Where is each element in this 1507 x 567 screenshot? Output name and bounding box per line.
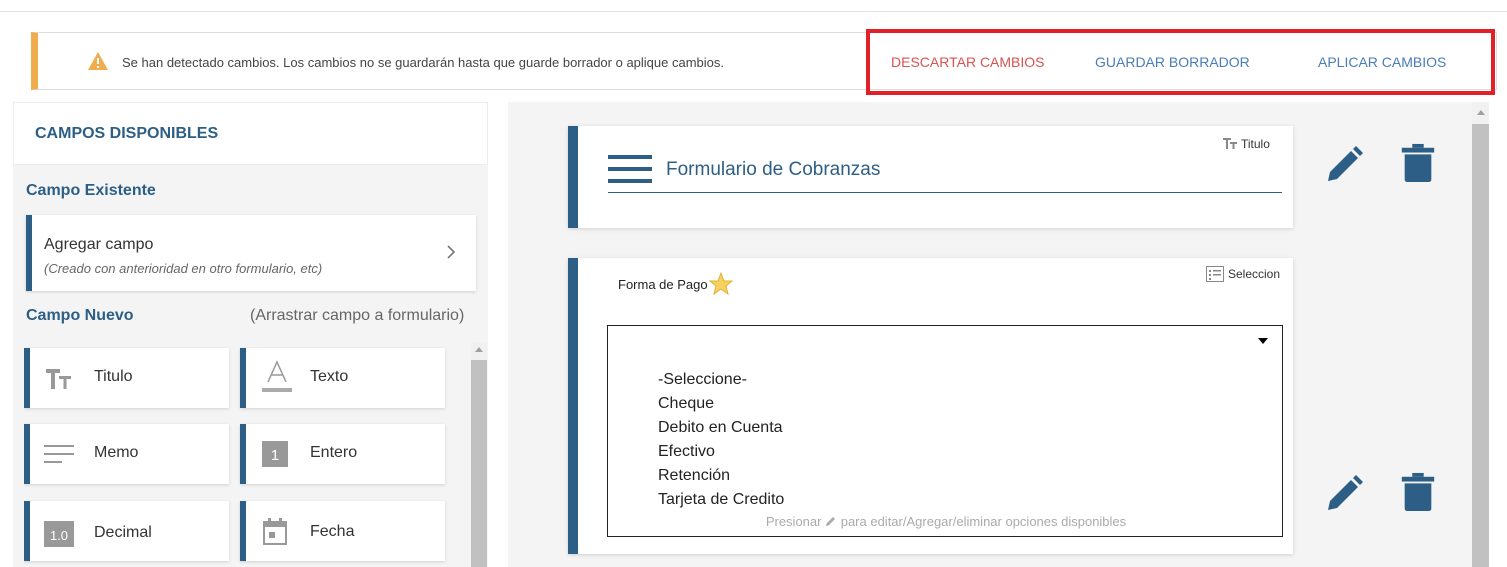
svg-text:1: 1 (271, 447, 279, 464)
tile-texto[interactable]: Texto (240, 348, 445, 408)
tile-memo[interactable]: Memo (24, 424, 229, 484)
tile-label: Texto (310, 368, 349, 385)
memo-icon (44, 445, 74, 463)
field-palette: Titulo Texto Memo 1 Entero 1.0 Decimal F… (24, 337, 462, 567)
field-label-text: Forma de Pago (618, 276, 708, 292)
star-icon[interactable] (708, 272, 733, 296)
canvas-scrollbar[interactable] (1472, 102, 1489, 567)
existing-field-heading: Campo Existente (26, 182, 156, 199)
options-hint: Presionar para editar/Agregar/eliminar o… (608, 514, 1284, 529)
discard-changes-button[interactable]: DESCARTAR CAMBIOS (891, 54, 1045, 70)
tile-label: Entero (310, 444, 358, 461)
options-list: -Seleccione- Cheque Debito en Cuenta Efe… (607, 354, 1283, 537)
option-item[interactable]: Cheque (658, 395, 714, 413)
payment-method-select[interactable] (607, 325, 1283, 355)
pencil-icon (826, 517, 836, 526)
option-item[interactable]: Efectivo (658, 443, 715, 461)
tile-titulo[interactable]: Titulo (24, 348, 229, 408)
type-tag: Titulo (1223, 137, 1270, 151)
palette-scrollbar[interactable] (471, 342, 487, 567)
options-hint-after: para editar/Agregar/eliminar opciones di… (840, 514, 1127, 529)
decimal-icon: 1.0 (44, 521, 74, 547)
type-label: Seleccion (1228, 267, 1281, 281)
tile-label: Decimal (94, 524, 152, 541)
type-tag: Seleccion (1206, 266, 1280, 282)
option-item[interactable]: Tarjeta de Credito (658, 491, 784, 509)
palette-scrollbar-thumb[interactable] (471, 360, 487, 567)
option-item[interactable]: -Seleccione- (658, 371, 747, 389)
type-label: Titulo (1241, 137, 1270, 151)
trash-icon[interactable] (1398, 472, 1438, 512)
calendar-icon (263, 518, 287, 545)
save-draft-button[interactable]: GUARDAR BORRADOR (1095, 54, 1250, 70)
tile-label: Fecha (310, 523, 355, 540)
scroll-up-arrow-icon[interactable] (475, 347, 483, 352)
field-label: Forma de Pago (618, 272, 733, 296)
drag-hint: (Arrastrar campo a formulario) (250, 307, 465, 324)
add-field-title: Agregar campo (44, 236, 154, 253)
tile-fecha[interactable]: Fecha (240, 501, 445, 561)
title-underline (608, 192, 1282, 193)
available-fields-title: CAMPOS DISPONIBLES (35, 125, 219, 142)
scroll-up-arrow-icon[interactable] (1477, 110, 1485, 115)
top-divider (0, 11, 1507, 12)
apply-changes-button[interactable]: APLICAR CAMBIOS (1318, 54, 1446, 70)
tile-entero[interactable]: 1 Entero (240, 424, 445, 484)
add-existing-field-button[interactable]: Agregar campo (Creado con anterioridad e… (26, 215, 476, 291)
add-field-subtitle: (Creado con anterioridad en otro formula… (44, 261, 323, 276)
form-title-value[interactable]: Formulario de Cobranzas (666, 159, 880, 181)
tile-label: Memo (94, 444, 139, 461)
title-icon (46, 369, 71, 389)
canvas-scrollbar-thumb[interactable] (1472, 124, 1489, 567)
form-select-card[interactable]: Forma de Pago Seleccion -Seleccione- Che… (568, 258, 1293, 554)
caret-down-icon (1258, 338, 1268, 344)
option-item[interactable]: Debito en Cuenta (658, 419, 783, 437)
available-fields-header: CAMPOS DISPONIBLES (13, 102, 488, 165)
new-field-heading: Campo Nuevo (26, 307, 134, 324)
edit-pencil-icon[interactable] (1324, 474, 1364, 514)
banner-message: Se han detectado cambios. Los cambios no… (122, 55, 724, 70)
tile-label: Titulo (94, 368, 133, 385)
menu-icon (608, 155, 652, 183)
svg-text:1.0: 1.0 (50, 528, 68, 543)
warning-icon (88, 52, 108, 70)
list-icon (1206, 266, 1224, 282)
edit-pencil-icon[interactable] (1324, 145, 1364, 185)
chevron-right-icon (447, 245, 456, 259)
tile-decimal[interactable]: 1.0 Decimal (24, 501, 229, 561)
trash-icon[interactable] (1398, 143, 1438, 183)
integer-icon: 1 (262, 441, 288, 467)
title-icon (1223, 138, 1237, 149)
text-icon (262, 360, 292, 392)
options-hint-before: Presionar (765, 514, 822, 529)
form-title-card[interactable]: Titulo Formulario de Cobranzas (568, 126, 1293, 228)
option-item[interactable]: Retención (658, 467, 730, 485)
